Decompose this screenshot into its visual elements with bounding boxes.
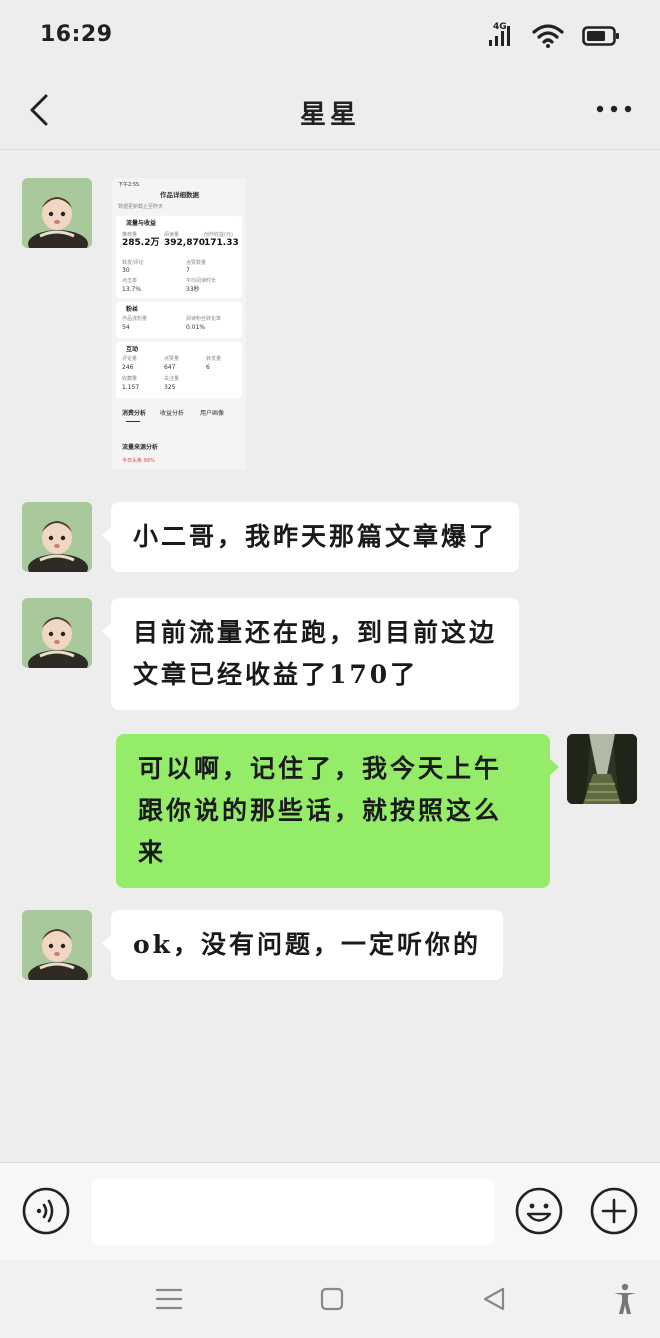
- back-triangle-icon: [483, 1287, 505, 1311]
- signal-icon: [489, 26, 510, 46]
- message-text-line: 来: [138, 838, 167, 867]
- img-section-fans: 粉丝: [126, 306, 139, 313]
- battery-icon: [582, 26, 619, 46]
- message-text-line: 目前流量还在跑，到目前这边: [133, 618, 498, 647]
- img-value-c: 13.7%: [122, 286, 142, 293]
- baby-avatar-icon: [22, 178, 92, 248]
- plus-button[interactable]: [590, 1187, 638, 1235]
- baby-avatar-icon: [22, 598, 92, 668]
- baby-avatar-icon: [22, 910, 92, 980]
- message-text-line: 可以啊，记住了，我今天上午: [138, 754, 503, 783]
- img-label-c: 点击率: [122, 278, 138, 284]
- system-nav-bar: [0, 1260, 660, 1338]
- system-back-button[interactable]: [477, 1282, 511, 1316]
- img-value-follow: 325: [164, 384, 176, 391]
- img-label-comments: 评论量: [122, 356, 138, 362]
- img-source-pct: 今日头条 99%: [122, 458, 155, 464]
- img-value-collect: 1,157: [122, 384, 140, 391]
- img-tab-users: 用户画像: [200, 410, 225, 417]
- img-tab-consume: 消费分析: [122, 410, 147, 417]
- input-bar: [0, 1162, 660, 1260]
- more-dots-icon: [596, 105, 632, 113]
- home-button[interactable]: [315, 1282, 349, 1316]
- img-label-fans-rate: 阅读粉丝转化率: [186, 316, 222, 322]
- img-status-time: 下午2:55: [118, 182, 140, 188]
- img-value-shares: 6: [206, 364, 210, 371]
- emoji-button[interactable]: [515, 1187, 563, 1235]
- contact-avatar[interactable]: [22, 502, 92, 572]
- chat-header: 星星: [0, 72, 660, 150]
- message-input[interactable]: [92, 1179, 494, 1245]
- baby-avatar-icon: [22, 502, 92, 572]
- img-label-d: 平均阅读时长: [186, 278, 217, 284]
- img-traffic-card: 流量与收益 推荐量 阅读量 创作收益(元) 285.2万 392,870 171…: [116, 216, 242, 298]
- img-value-b: 7: [186, 267, 190, 274]
- img-section-interact: 互动: [126, 346, 139, 353]
- status-time: 16:29: [40, 22, 113, 47]
- contact-avatar[interactable]: [22, 598, 92, 668]
- plus-icon: [590, 1187, 638, 1235]
- img-value-a: 30: [122, 267, 130, 274]
- message-text-line: 文章已经收益了170了: [133, 660, 419, 689]
- home-square-icon: [320, 1287, 344, 1311]
- voice-button[interactable]: [22, 1187, 70, 1235]
- menu-button[interactable]: [152, 1282, 186, 1316]
- img-source-title: 流量来源分析: [122, 444, 159, 451]
- img-label-follow: 关注量: [164, 376, 180, 382]
- my-avatar[interactable]: [567, 734, 637, 804]
- more-button[interactable]: [594, 94, 634, 124]
- message-text: ok，没有问题，一定听你的: [133, 930, 481, 959]
- message-bubble[interactable]: 小二哥，我昨天那篇文章爆了: [101, 502, 520, 572]
- img-label-a: 转发/评论: [122, 260, 144, 266]
- img-label-b: 点赞数量: [186, 260, 207, 266]
- chat-area[interactable]: 下午2:55 作品详细数据 数据更新截止至昨天 流量与收益 推荐量 阅读量 创作…: [0, 150, 660, 1162]
- message-text-line: 跟你说的那些话，就按照这么: [138, 796, 503, 825]
- voice-icon: [22, 1187, 70, 1235]
- my-message-bubble[interactable]: 可以啊，记住了，我今天上午 跟你说的那些话，就按照这么 来: [116, 734, 559, 888]
- img-label-shares: 转发量: [206, 356, 222, 362]
- img-value-recommend: 285.2万: [122, 238, 160, 248]
- wifi-icon: [532, 24, 564, 48]
- img-value-income: 171.33: [204, 238, 239, 248]
- accessibility-icon: [614, 1283, 636, 1314]
- img-fans-card: 粉丝 作品涨粉量 阅读粉丝转化率 54 0.01%: [116, 302, 242, 338]
- message-bubble[interactable]: ok，没有问题，一定听你的: [102, 910, 503, 980]
- chat-title: 星星: [299, 100, 360, 130]
- contact-avatar[interactable]: [22, 178, 92, 248]
- img-value-fans-rate: 0.01%: [186, 324, 206, 331]
- forest-avatar-icon: [567, 734, 637, 804]
- img-value-comments: 246: [122, 364, 134, 371]
- message-bubble[interactable]: 目前流量还在跑，到目前这边 文章已经收益了170了: [101, 598, 520, 710]
- menu-icon: [155, 1288, 183, 1310]
- img-tab-underline: [126, 421, 140, 422]
- img-value-fans-gain: 54: [122, 324, 130, 331]
- status-bar: 16:29 4G: [0, 0, 660, 72]
- image-message[interactable]: 下午2:55 作品详细数据 数据更新截止至昨天 流量与收益 推荐量 阅读量 创作…: [112, 178, 246, 470]
- img-value-d: 33秒: [186, 286, 200, 293]
- img-section-traffic: 流量与收益: [126, 220, 157, 227]
- img-hint: 数据更新截止至昨天: [118, 204, 164, 210]
- img-value-likes: 647: [164, 364, 176, 371]
- img-label-collect: 收藏量: [122, 376, 138, 382]
- img-interact-card: 互动 评论量 点赞量 转发量 246 647 6 收藏量 关注量 1,157 3…: [116, 342, 242, 398]
- status-icons: [488, 24, 620, 48]
- emoji-icon: [515, 1187, 563, 1235]
- img-label-fans-gain: 作品涨粉量: [122, 316, 148, 322]
- img-tab-income: 收益分析: [160, 410, 185, 417]
- contact-avatar[interactable]: [22, 910, 92, 980]
- img-value-read: 392,870: [164, 238, 205, 248]
- message-text: 小二哥，我昨天那篇文章爆了: [133, 522, 498, 551]
- img-label-likes: 点赞量: [164, 356, 180, 362]
- img-page-title: 作品详细数据: [160, 191, 199, 199]
- accessibility-button[interactable]: [608, 1282, 642, 1316]
